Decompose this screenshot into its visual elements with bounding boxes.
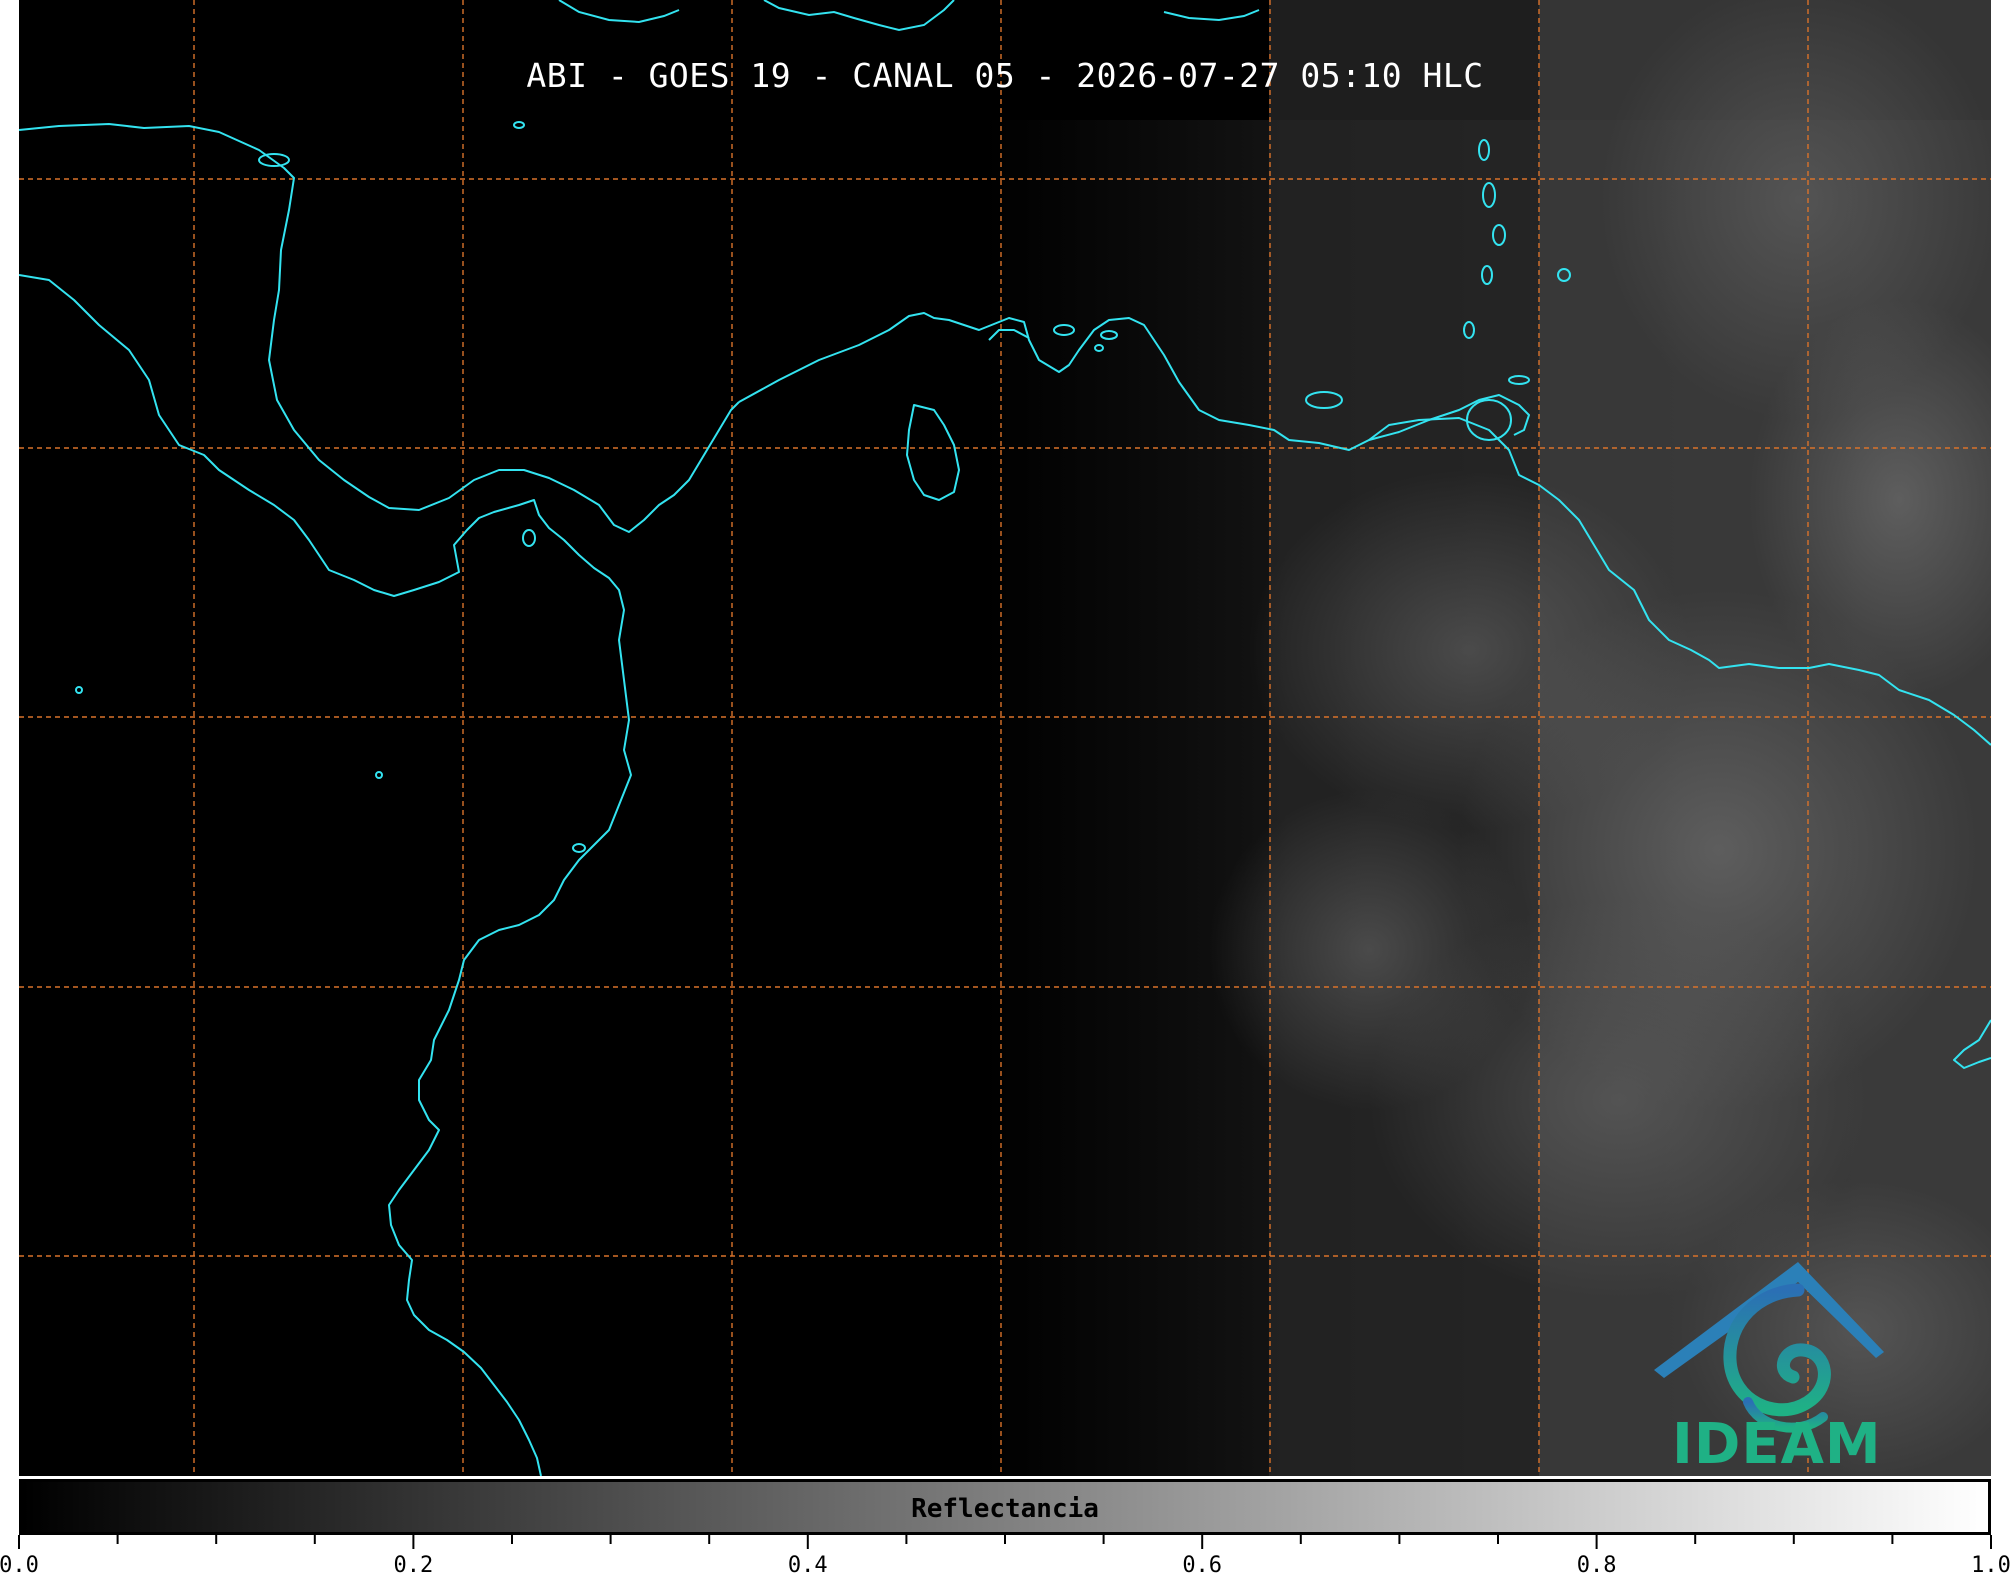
island-san-andres — [75, 686, 83, 694]
island-gorgona — [375, 771, 383, 779]
island-puerto-rico — [1163, 9, 1260, 22]
coastline-central-america — [19, 123, 740, 533]
colorbar-tick-label: 0.8 — [1576, 1553, 1617, 1578]
logo-roof-icon — [1654, 1262, 1884, 1378]
colorbar: Reflectancia — [19, 1479, 1991, 1535]
colorbar-tick-label: 0.0 — [0, 1553, 39, 1578]
logo-wordmark: IDEAM — [1672, 1412, 1882, 1477]
colorbar-tick-label: 0.6 — [1182, 1553, 1223, 1578]
satellite-image-figure: ABI - GOES 19 - CANAL 05 - 2026-07-27 05… — [0, 0, 2011, 1578]
colorbar-tick-label: 0.2 — [393, 1553, 434, 1578]
colorbar-tick-label: 0.4 — [787, 1553, 828, 1578]
island-cuba — [558, 0, 680, 24]
island-pearl — [522, 529, 536, 547]
colorbar-ticks — [18, 1535, 1992, 1549]
logo-swirl-icon — [1723, 1283, 1831, 1433]
colorbar-label: Reflectancia — [911, 1494, 1099, 1524]
island-coiba — [572, 843, 586, 853]
island-roatan — [513, 121, 525, 129]
colorbar-tick-label: 1.0 — [1971, 1553, 2011, 1578]
coastline-central-america-pacific — [19, 274, 632, 1476]
island-hispaniola — [763, 0, 955, 32]
coastline-lake-maracaibo — [906, 404, 960, 501]
figure-title: ABI - GOES 19 - CANAL 05 - 2026-07-27 05… — [526, 56, 1484, 95]
